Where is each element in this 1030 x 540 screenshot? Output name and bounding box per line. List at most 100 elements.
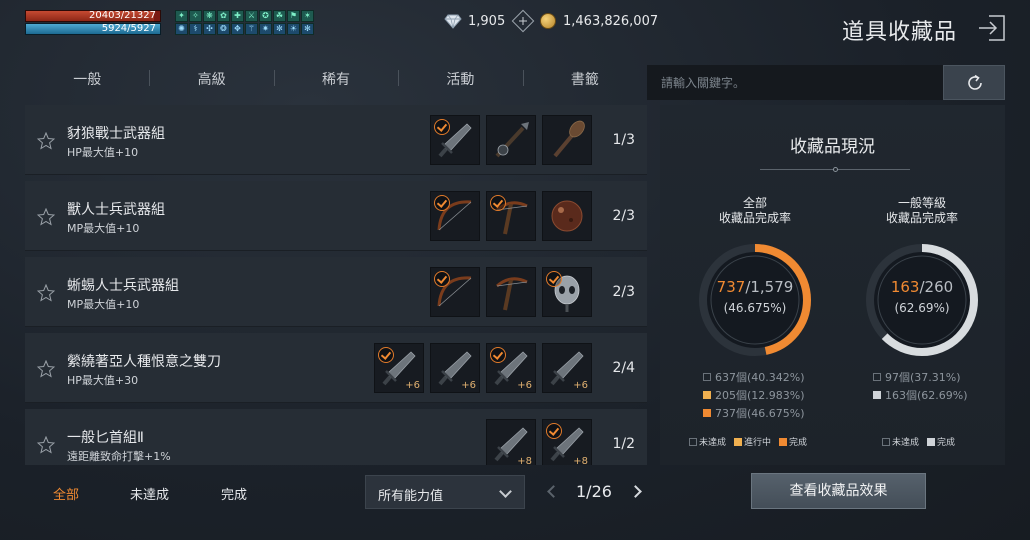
buff-icon[interactable]: ✿: [217, 10, 230, 22]
buff-icon[interactable]: ✥: [231, 23, 244, 35]
collection-progress: 1/3: [612, 132, 635, 148]
tab-bookmark[interactable]: 書籤: [522, 64, 647, 100]
overall-completion-value: 737/1,579 (46.675%): [716, 278, 794, 315]
ring-legend: 未達成 進行中 完成: [689, 435, 811, 448]
registered-check-icon: [434, 119, 450, 135]
item-slot[interactable]: +6: [486, 343, 536, 393]
collection-row[interactable]: 獸人士兵武器組 MP最大值+10 2/3: [25, 181, 647, 251]
item-slot[interactable]: +6: [430, 343, 480, 393]
buff-icon[interactable]: ✪: [259, 10, 272, 22]
collection-row[interactable]: 蜥蜴人士兵武器組 MP最大值+10 2/3: [25, 257, 647, 327]
refresh-icon: [968, 74, 982, 90]
item-slot[interactable]: [430, 191, 480, 241]
filter-incomplete[interactable]: 未達成: [130, 484, 169, 503]
bookmark-star-icon[interactable]: [37, 132, 55, 150]
buff-icon[interactable]: ✼: [273, 23, 286, 35]
item-slot[interactable]: [486, 115, 536, 165]
tab-advanced[interactable]: 高級: [149, 64, 273, 100]
add-diamond-button[interactable]: [511, 9, 535, 33]
item-slot[interactable]: [430, 115, 480, 165]
tab-rare[interactable]: 稀有: [273, 64, 398, 100]
buff-icon[interactable]: ✺: [175, 23, 188, 35]
hp-text: 20403/21327: [89, 10, 156, 21]
buff-icon[interactable]: ⚕: [189, 23, 202, 35]
item-slot[interactable]: +8: [486, 419, 536, 465]
legend-item: 完成: [779, 435, 807, 448]
legend-item: 進行中: [734, 435, 771, 448]
buff-icon[interactable]: ❋: [203, 10, 216, 22]
collection-name: 縈繞著亞人種恨意之雙刀: [67, 354, 221, 370]
buff-icon[interactable]: ✷: [259, 23, 272, 35]
gold-coin-icon: [540, 13, 556, 29]
view-collection-effect-button[interactable]: 查看收藏品效果: [751, 473, 926, 509]
tab-event[interactable]: 活動: [398, 64, 522, 100]
legend-item: 未達成: [882, 435, 919, 448]
collection-name: 一般匕首組Ⅱ: [67, 430, 144, 446]
registered-check-icon: [546, 423, 562, 439]
page-title: 道具收藏品: [842, 20, 958, 45]
completion-stat: 205個(12.983%): [703, 387, 805, 403]
item-slot[interactable]: [486, 267, 536, 317]
bookmark-star-icon[interactable]: [37, 284, 55, 302]
completion-stat: 163個(62.69%): [873, 387, 968, 403]
buff-icon[interactable]: ❂: [217, 23, 230, 35]
item-slot[interactable]: +6: [542, 343, 592, 393]
stat-select[interactable]: 所有能力值: [365, 475, 525, 509]
registered-check-icon: [490, 347, 506, 363]
club-icon: [553, 120, 585, 158]
item-slot[interactable]: [542, 191, 592, 241]
completion-stat: 637個(40.342%): [703, 369, 805, 385]
registered-check-icon: [546, 271, 562, 287]
short-spear-icon: [495, 122, 529, 158]
collection-progress: 1/2: [612, 436, 635, 452]
enhance-level: +8: [517, 456, 532, 465]
registered-check-icon: [434, 195, 450, 211]
filter-all[interactable]: 全部: [53, 484, 79, 503]
item-slot[interactable]: +8: [542, 419, 592, 465]
collection-progress: 2/3: [612, 284, 635, 300]
mp-text: 5924/5927: [101, 23, 156, 34]
buff-icon[interactable]: ☘: [273, 10, 286, 22]
buff-icon[interactable]: ✚: [231, 10, 244, 22]
completion-stat: 97個(37.31%): [873, 369, 961, 385]
buff-icon[interactable]: ✻: [301, 23, 314, 35]
buff-icon[interactable]: ☀: [287, 23, 300, 35]
buff-icons: ✦ ✧ ❋ ✿ ✚ ⚔ ✪ ☘ ⚑ ✶ ✺ ⚕ ✣ ❂ ✥ ⚚ ✷ ✼ ☀ ✻: [175, 10, 315, 35]
buff-icon[interactable]: ⚚: [245, 23, 258, 35]
collection-effect: MP最大值+10: [67, 298, 140, 311]
collection-row[interactable]: 縈繞著亞人種恨意之雙刀 HP最大值+30 +6 +6 +6 +6 2/4: [25, 333, 647, 403]
enhance-level: +6: [461, 380, 476, 391]
collection-list: 豺狼戰士武器組 HP最大值+10 1/3 獸人士兵武器組 MP最大值+10 2/3 蜥蜴人士…: [25, 105, 647, 465]
search-input[interactable]: [661, 73, 931, 93]
registered-check-icon: [378, 347, 394, 363]
buff-icon[interactable]: ✧: [189, 10, 202, 22]
collection-row[interactable]: 一般匕首組Ⅱ 遠距離致命打擊+1% +8 +8 1/2: [25, 409, 647, 465]
exit-icon[interactable]: [977, 13, 1007, 43]
collection-row[interactable]: 豺狼戰士武器組 HP最大值+10 1/3: [25, 105, 647, 175]
refresh-button[interactable]: [943, 65, 1005, 100]
enhance-level: +6: [573, 380, 588, 391]
tab-normal[interactable]: 一般: [25, 64, 149, 100]
item-slot[interactable]: [542, 267, 592, 317]
item-slot[interactable]: [542, 115, 592, 165]
ring-legend: 未達成 完成: [882, 435, 959, 448]
mp-bar: 5924/5927: [25, 23, 161, 35]
buff-icon[interactable]: ✣: [203, 23, 216, 35]
buff-icon[interactable]: ✦: [175, 10, 188, 22]
bookmark-star-icon[interactable]: [37, 208, 55, 226]
buff-icon[interactable]: ✶: [301, 10, 314, 22]
item-slot[interactable]: [486, 191, 536, 241]
page-indicator: 1/26: [576, 482, 612, 501]
bookmark-star-icon[interactable]: [37, 436, 55, 454]
item-slot[interactable]: [430, 267, 480, 317]
bookmark-star-icon[interactable]: [37, 360, 55, 378]
diamond-currency: 1,905: [444, 9, 535, 33]
buff-icon[interactable]: ⚑: [287, 10, 300, 22]
buff-icon[interactable]: ⚔: [245, 10, 258, 22]
completion-stat: 737個(46.675%): [703, 405, 805, 421]
collection-effect: MP最大值+10: [67, 222, 140, 235]
filter-complete[interactable]: 完成: [221, 484, 247, 503]
item-slot[interactable]: +6: [374, 343, 424, 393]
collection-status-panel: 收藏品現況 全部 收藏品完成率 737/1,579 (46.675%) 637個…: [660, 105, 1005, 465]
orb-icon: [551, 200, 583, 232]
